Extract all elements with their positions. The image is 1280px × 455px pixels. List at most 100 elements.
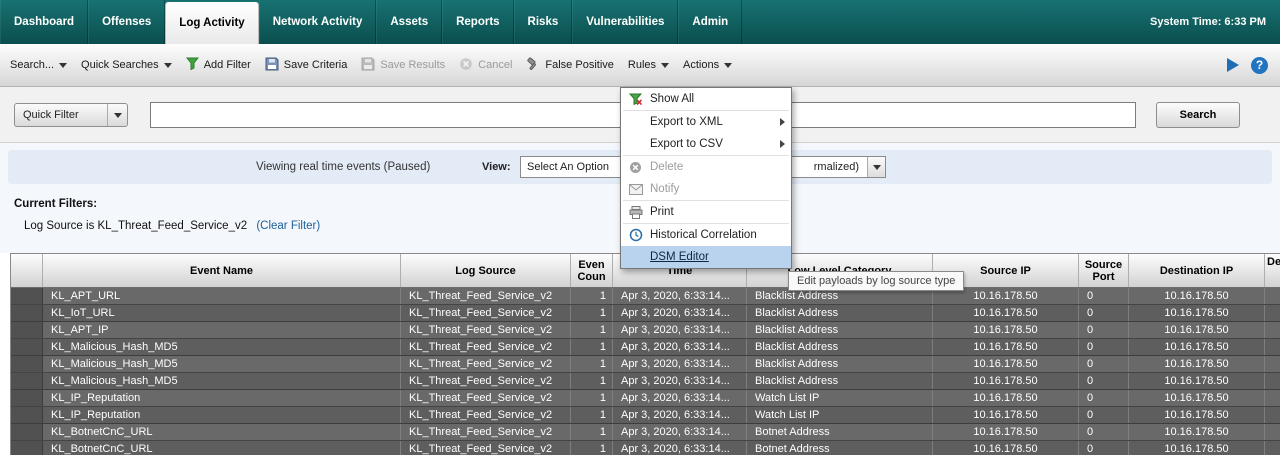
- cell-log-source: KL_Threat_Feed_Service_v2: [401, 356, 571, 372]
- nav-tab-assets[interactable]: Assets: [376, 0, 442, 44]
- menu-item-notify[interactable]: Notify: [621, 178, 791, 200]
- table-row[interactable]: KL_IP_Reputation KL_Threat_Feed_Service_…: [11, 407, 1280, 424]
- cell-category: Botnet Address: [747, 424, 933, 440]
- nav-tab-network-activity[interactable]: Network Activity: [259, 0, 377, 44]
- nav-tab-offenses[interactable]: Offenses: [88, 0, 165, 44]
- nav-tab-log-activity[interactable]: Log Activity: [165, 2, 258, 44]
- save-results-label: Save Results: [380, 59, 445, 71]
- cell-event-count: 1: [571, 322, 613, 338]
- cell-event-name: KL_APT_IP: [43, 322, 401, 338]
- cell-log-source: KL_Threat_Feed_Service_v2: [401, 441, 571, 455]
- chevron-down-icon: [867, 157, 885, 177]
- menu-item-export-to-csv[interactable]: Export to CSV: [621, 133, 791, 155]
- add-filter-button[interactable]: Add Filter: [186, 57, 251, 73]
- display-select-value-partial: rmalized): [814, 161, 859, 173]
- row-indicator[interactable]: [11, 390, 43, 406]
- search-button[interactable]: Search: [1156, 102, 1240, 128]
- row-indicator[interactable]: [11, 322, 43, 338]
- nav-tab-dashboard[interactable]: Dashboard: [0, 0, 88, 44]
- cell-event-name: KL_BotnetCnC_URL: [43, 441, 401, 455]
- row-indicator[interactable]: [11, 441, 43, 455]
- table-row[interactable]: KL_Malicious_Hash_MD5 KL_Threat_Feed_Ser…: [11, 339, 1280, 356]
- table-row[interactable]: KL_Malicious_Hash_MD5 KL_Threat_Feed_Ser…: [11, 356, 1280, 373]
- cell-log-source: KL_Threat_Feed_Service_v2: [401, 407, 571, 423]
- header-source-port[interactable]: Source Port: [1079, 254, 1129, 287]
- false-positive-label: False Positive: [545, 59, 613, 71]
- menu-item-show-all[interactable]: Show All: [621, 88, 791, 110]
- cell-source-port: 0: [1079, 407, 1129, 423]
- quick-searches-button[interactable]: Quick Searches: [81, 59, 172, 71]
- nav-tab-vulnerabilities[interactable]: Vulnerabilities: [572, 0, 678, 44]
- quick-filter-dropdown[interactable]: Quick Filter: [14, 103, 128, 127]
- nav-tab-admin[interactable]: Admin: [678, 0, 742, 44]
- cell-category: Watch List IP: [747, 407, 933, 423]
- cell-event-name: KL_IP_Reputation: [43, 407, 401, 423]
- cell-time: Apr 3, 2020, 6:33:14...: [613, 424, 747, 440]
- row-indicator[interactable]: [11, 373, 43, 389]
- cell-source-ip: 10.16.178.50: [933, 305, 1079, 321]
- menu-item-dsm-editor[interactable]: DSM Editor: [621, 246, 791, 268]
- table-row[interactable]: KL_IP_Reputation KL_Threat_Feed_Service_…: [11, 390, 1280, 407]
- row-indicator[interactable]: [11, 288, 43, 304]
- table-row[interactable]: KL_Malicious_Hash_MD5 KL_Threat_Feed_Ser…: [11, 373, 1280, 390]
- menu-item-export-to-xml[interactable]: Export to XML: [621, 111, 791, 133]
- menu-item-historical-correlation[interactable]: Historical Correlation: [621, 224, 791, 246]
- row-indicator[interactable]: [11, 424, 43, 440]
- rules-menu-button[interactable]: Rules: [628, 59, 669, 71]
- nav-tab-risks[interactable]: Risks: [514, 0, 573, 44]
- cell-time: Apr 3, 2020, 6:33:14...: [613, 390, 747, 406]
- help-icon[interactable]: ?: [1251, 57, 1268, 74]
- cell-destination-ip: 10.16.178.50: [1129, 305, 1265, 321]
- cell-log-source: KL_Threat_Feed_Service_v2: [401, 390, 571, 406]
- cell-event-name: KL_APT_URL: [43, 288, 401, 304]
- menu-item-label: Show All: [650, 93, 694, 105]
- cell-category: Watch List IP: [747, 390, 933, 406]
- table-row[interactable]: KL_APT_URL KL_Threat_Feed_Service_v2 1 A…: [11, 288, 1280, 305]
- actions-menu-button[interactable]: Actions: [683, 59, 732, 71]
- table-body: KL_APT_URL KL_Threat_Feed_Service_v2 1 A…: [11, 288, 1280, 455]
- clear-filter-link[interactable]: (Clear Filter): [256, 220, 320, 232]
- cell-destination-ip: 10.16.178.50: [1129, 322, 1265, 338]
- clock-icon: [628, 228, 643, 242]
- play-resume-icon[interactable]: [1227, 58, 1239, 72]
- row-indicator[interactable]: [11, 407, 43, 423]
- toolbar-right-group: ?: [1227, 57, 1268, 74]
- chevron-down-icon: [164, 63, 172, 68]
- show-all-icon: [628, 93, 643, 106]
- row-indicator[interactable]: [11, 339, 43, 355]
- cell-category: Blacklist Address: [747, 339, 933, 355]
- cell-source-ip: 10.16.178.50: [933, 356, 1079, 372]
- cell-time: Apr 3, 2020, 6:33:14...: [613, 356, 747, 372]
- header-destination-port[interactable]: Destination Port: [1265, 254, 1280, 287]
- table-row[interactable]: KL_IoT_URL KL_Threat_Feed_Service_v2 1 A…: [11, 305, 1280, 322]
- menu-item-print[interactable]: Print: [621, 201, 791, 223]
- table-row[interactable]: KL_APT_IP KL_Threat_Feed_Service_v2 1 Ap…: [11, 322, 1280, 339]
- qradar-log-activity-screen: Dashboard Offenses Log Activity Network …: [0, 0, 1280, 455]
- table-row[interactable]: KL_BotnetCnC_URL KL_Threat_Feed_Service_…: [11, 424, 1280, 441]
- search-menu-button[interactable]: Search...: [10, 59, 67, 71]
- cancel-button[interactable]: Cancel: [459, 57, 512, 74]
- cell-event-count: 1: [571, 407, 613, 423]
- current-filters-heading: Current Filters:: [14, 198, 97, 210]
- false-positive-button[interactable]: False Positive: [526, 57, 613, 74]
- cell-destination-ip: 10.16.178.50: [1129, 373, 1265, 389]
- header-event-count[interactable]: Even Coun: [571, 254, 613, 287]
- cell-source-port: 0: [1079, 305, 1129, 321]
- save-results-button[interactable]: Save Results: [361, 57, 445, 74]
- save-criteria-button[interactable]: Save Criteria: [265, 57, 348, 74]
- menu-item-delete[interactable]: Delete: [621, 156, 791, 178]
- cell-event-count: 1: [571, 373, 613, 389]
- cell-event-name: KL_Malicious_Hash_MD5: [43, 339, 401, 355]
- row-indicator[interactable]: [11, 356, 43, 372]
- header-event-name[interactable]: Event Name: [43, 254, 401, 287]
- table-row[interactable]: KL_BotnetCnC_URL KL_Threat_Feed_Service_…: [11, 441, 1280, 455]
- nav-tab-reports[interactable]: Reports: [442, 0, 513, 44]
- chevron-down-icon: [59, 63, 67, 68]
- cell-log-source: KL_Threat_Feed_Service_v2: [401, 373, 571, 389]
- cell-source-port: 0: [1079, 356, 1129, 372]
- header-destination-ip[interactable]: Destination IP: [1129, 254, 1265, 287]
- row-indicator[interactable]: [11, 305, 43, 321]
- event-table: Event Name Log Source Even Coun Time Low…: [10, 253, 1280, 455]
- header-log-source[interactable]: Log Source: [401, 254, 571, 287]
- actions-dropdown-menu: Show All Export to XML Export to CSV Del…: [620, 87, 792, 269]
